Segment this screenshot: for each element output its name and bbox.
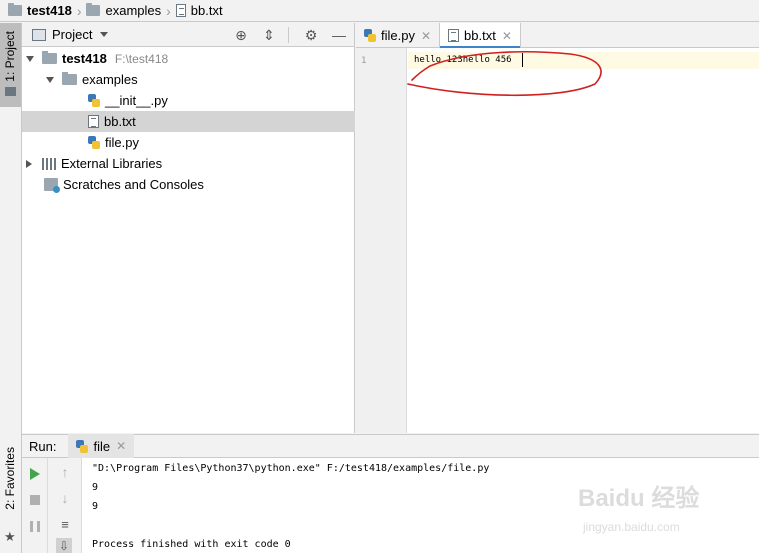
tree-item-label: bb.txt xyxy=(104,114,136,129)
project-view-icon xyxy=(32,28,46,41)
python-file-icon xyxy=(88,136,100,149)
close-icon[interactable]: ✕ xyxy=(116,439,126,453)
run-tab-label: file xyxy=(93,438,111,454)
watermark-logo: Baidu 经验 xyxy=(578,485,700,512)
folder-icon xyxy=(8,3,22,16)
tree-item-path: F:\test418 xyxy=(114,51,169,66)
breadcrumb-folder[interactable]: examples xyxy=(86,0,161,22)
tree-item-label: Scratches and Consoles xyxy=(63,177,204,192)
code-line[interactable]: hello 123hello 456 xyxy=(414,55,512,65)
pause-icon xyxy=(30,520,40,532)
expand-arrow-icon[interactable] xyxy=(26,55,34,62)
tree-item-label: test418 xyxy=(62,51,107,66)
tree-item-file-py[interactable]: file.py xyxy=(22,132,355,153)
tree-item-label: file.py xyxy=(105,135,139,150)
editor-tab-bar: file.py ✕ bb.txt ✕ xyxy=(356,23,759,49)
watermark-url: jingyan.baidu.com xyxy=(583,520,680,534)
tree-item-root[interactable]: test418 F:\test418 xyxy=(22,48,355,69)
tree-item-bb-txt[interactable]: bb.txt xyxy=(22,111,355,132)
project-tool-label: 1: Project xyxy=(3,31,17,82)
text-file-icon xyxy=(88,115,99,128)
locate-file-icon[interactable]: ⊕ xyxy=(232,26,250,44)
expand-arrow-icon[interactable] xyxy=(46,76,54,83)
breadcrumb-folder-label: examples xyxy=(105,3,162,18)
breadcrumb-separator-icon: › xyxy=(166,2,171,19)
line-number: 1 xyxy=(361,56,367,66)
scratches-icon xyxy=(44,178,60,193)
gear-icon[interactable]: ⚙ xyxy=(302,26,320,44)
close-icon[interactable]: ✕ xyxy=(421,29,431,43)
console-line: "D:\Program Files\Python37\python.exe" F… xyxy=(92,463,490,474)
rerun-button[interactable] xyxy=(27,466,43,482)
run-panel-title: Run: xyxy=(29,438,57,454)
breadcrumb-file[interactable]: bb.txt xyxy=(175,0,223,22)
project-tool-button[interactable]: 1: Project xyxy=(0,23,21,107)
folder-icon xyxy=(5,87,16,96)
run-tab-file[interactable]: file ✕ xyxy=(68,434,135,458)
project-view-selector[interactable]: Project xyxy=(52,27,92,42)
project-panel: Project ⊕ ⇕ ⚙ — test418 F:\test418 examp… xyxy=(22,23,355,433)
tab-file-py[interactable]: file.py ✕ xyxy=(356,23,441,48)
code-editor[interactable]: 1 hello 123hello 456 xyxy=(356,48,759,433)
tab-bb-txt[interactable]: bb.txt ✕ xyxy=(440,23,521,49)
project-panel-header: Project ⊕ ⇕ ⚙ — xyxy=(22,23,354,47)
python-file-icon xyxy=(76,439,89,453)
folder-icon xyxy=(42,51,57,64)
breadcrumb-separator-icon: › xyxy=(76,2,82,19)
scroll-to-end-icon[interactable]: ⇩ xyxy=(56,538,72,553)
tab-label: bb.txt xyxy=(464,28,496,43)
text-caret xyxy=(522,53,523,67)
close-icon[interactable]: ✕ xyxy=(502,29,512,43)
play-icon xyxy=(30,468,40,480)
breadcrumb-project[interactable]: test418 xyxy=(8,0,72,22)
tree-item-label: __init__.py xyxy=(105,93,168,108)
console-line: Process finished with exit code 0 xyxy=(92,539,291,550)
soft-wrap-icon[interactable]: ≡ xyxy=(57,516,73,532)
folder-icon xyxy=(62,72,77,85)
scroll-up-icon[interactable]: ↑ xyxy=(57,464,73,480)
tree-item-init-py[interactable]: __init__.py xyxy=(22,90,355,111)
console-line: 9 xyxy=(92,482,99,493)
star-icon: ★ xyxy=(4,529,16,544)
editor-gutter: 1 xyxy=(356,48,407,433)
left-tool-stripe: 1: Project 2: Favorites ★ xyxy=(0,23,22,553)
pause-button[interactable] xyxy=(27,518,43,534)
run-toolbar-secondary: ↑ ↓ ≡ ⇩ xyxy=(48,458,82,553)
breadcrumb-file-label: bb.txt xyxy=(190,3,223,18)
console-line: 9 xyxy=(92,501,99,512)
toolbar-divider xyxy=(288,27,292,43)
tree-item-label: External Libraries xyxy=(61,156,163,171)
collapse-all-icon[interactable]: ⇕ xyxy=(260,26,278,44)
python-file-icon xyxy=(364,29,376,42)
library-icon xyxy=(42,157,56,170)
chevron-down-icon[interactable] xyxy=(100,32,109,37)
tree-item-examples[interactable]: examples xyxy=(22,69,355,90)
tree-item-external-libraries[interactable]: External Libraries xyxy=(22,153,355,174)
tab-label: file.py xyxy=(381,28,415,43)
expand-arrow-icon[interactable] xyxy=(26,159,32,168)
hide-panel-icon[interactable]: — xyxy=(330,26,348,44)
tree-item-label: examples xyxy=(82,72,138,87)
text-file-icon xyxy=(175,4,186,17)
text-file-icon xyxy=(448,29,460,42)
favorites-tool-button[interactable]: 2: Favorites ★ xyxy=(0,443,21,553)
python-file-icon xyxy=(88,94,100,107)
stop-icon xyxy=(30,495,40,505)
stop-button[interactable] xyxy=(27,492,43,508)
run-toolbar-primary xyxy=(22,458,48,553)
favorites-tool-label: 2: Favorites xyxy=(3,447,17,510)
run-panel-header: Run: file ✕ xyxy=(22,434,759,458)
tree-item-scratches[interactable]: Scratches and Consoles xyxy=(22,174,355,195)
breadcrumb-project-label: test418 xyxy=(27,3,72,18)
navigation-breadcrumb: test418 › examples › bb.txt xyxy=(0,0,759,22)
scroll-down-icon[interactable]: ↓ xyxy=(57,490,73,506)
folder-icon xyxy=(86,3,101,16)
